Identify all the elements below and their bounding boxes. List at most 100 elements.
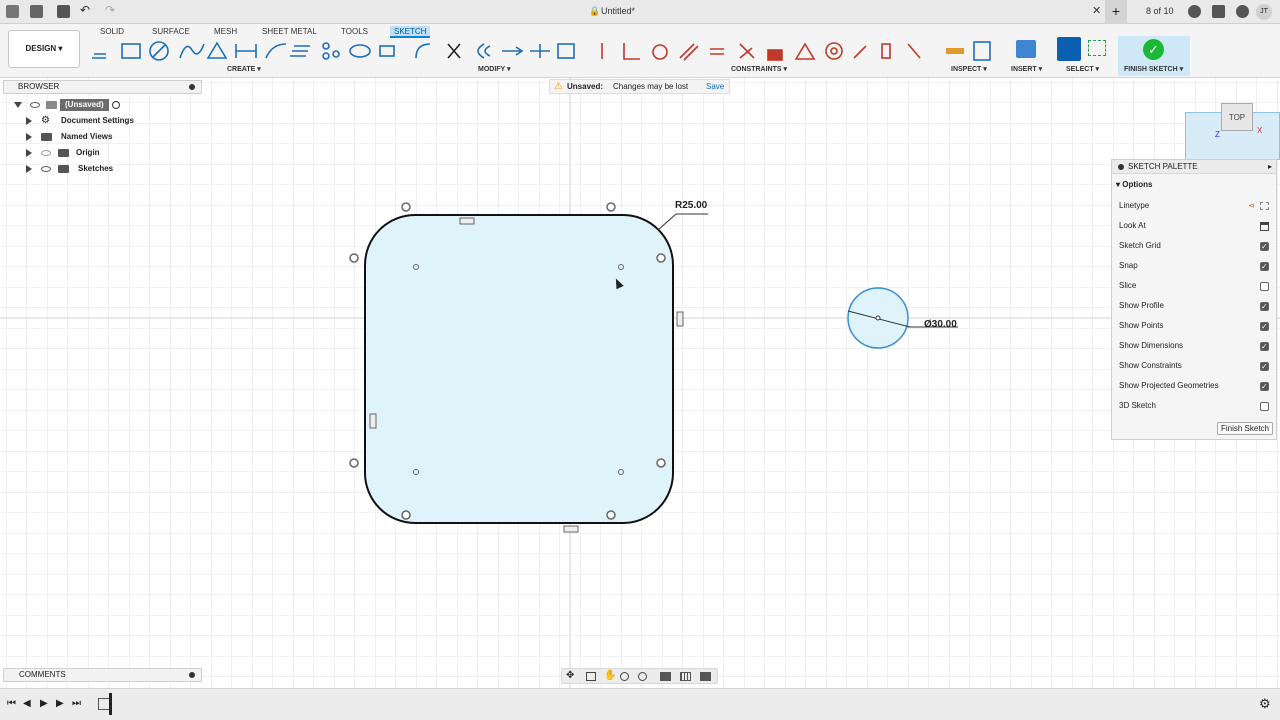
step-back-icon[interactable]: ◀: [23, 698, 31, 709]
help-icon[interactable]: [1236, 5, 1249, 18]
step-forward-icon[interactable]: ▶: [56, 698, 64, 709]
expand-icon[interactable]: [26, 149, 32, 157]
show-constraints-checkbox[interactable]: [1260, 360, 1269, 374]
expand-icon[interactable]: [26, 165, 32, 173]
select-icon[interactable]: [1057, 37, 1081, 61]
timeline-marker[interactable]: [109, 693, 112, 715]
hidden-eye-icon[interactable]: [41, 150, 51, 156]
look-at-icon[interactable]: [1260, 222, 1269, 231]
redo-icon[interactable]: ↷: [105, 3, 115, 17]
browser-panel-header[interactable]: BROWSER: [3, 80, 202, 94]
window-select-icon[interactable]: [1088, 40, 1106, 56]
collapse-icon[interactable]: [14, 102, 22, 108]
user-avatar[interactable]: JT: [1256, 4, 1272, 20]
sketch-grid-checkbox[interactable]: [1260, 240, 1269, 254]
tab-mesh[interactable]: MESH: [210, 26, 241, 38]
activate-radio-icon[interactable]: [112, 101, 120, 109]
show-profile-checkbox[interactable]: [1260, 300, 1269, 314]
expand-icon[interactable]: [26, 117, 32, 125]
pan-icon[interactable]: ✋: [604, 670, 616, 681]
show-points-checkbox[interactable]: [1260, 320, 1269, 334]
palette-collapse-icon[interactable]: ▸: [1268, 160, 1272, 174]
gear-icon: ⚙: [41, 115, 50, 126]
tab-sheet-metal[interactable]: SHEET METAL: [258, 26, 321, 38]
snap-checkbox[interactable]: [1260, 260, 1269, 274]
browser-item-named-views[interactable]: Named Views: [26, 130, 186, 144]
file-icon[interactable]: [30, 5, 43, 18]
browser-item-document-settings[interactable]: ⚙ Document Settings: [26, 114, 186, 128]
3d-sketch-checkbox[interactable]: [1260, 402, 1269, 411]
constraint-tools[interactable]: [592, 40, 932, 62]
fit-icon[interactable]: [638, 672, 647, 681]
options-section[interactable]: ▾ Options: [1116, 180, 1152, 189]
modify-menu[interactable]: MODIFY ▾: [478, 65, 511, 73]
comments-panel-header[interactable]: COMMENTS: [3, 668, 202, 682]
unsaved-label: Unsaved:: [567, 82, 604, 91]
sketch-geometry[interactable]: [340, 190, 980, 540]
browser-item-sketches[interactable]: Sketches: [26, 162, 186, 176]
palette-pin-icon[interactable]: [1118, 164, 1124, 170]
tab-sketch[interactable]: SKETCH: [390, 26, 431, 38]
option-look-at: Look At: [1119, 219, 1269, 233]
create-tools[interactable]: [88, 40, 408, 62]
palette-header[interactable]: SKETCH PALETTE ▸: [1112, 160, 1276, 174]
slice-checkbox[interactable]: [1260, 282, 1269, 291]
tab-surface[interactable]: SURFACE: [148, 26, 194, 38]
show-projected-geometries-checkbox[interactable]: [1260, 380, 1269, 394]
options-label: Options: [1122, 180, 1153, 189]
radius-dimension[interactable]: R25.00: [675, 200, 707, 211]
timeline-settings-gear-icon[interactable]: ⚙: [1259, 696, 1271, 712]
page-indicator[interactable]: 8 of 10: [1146, 6, 1174, 16]
grid-settings-icon[interactable]: [680, 672, 691, 681]
linetype-icon[interactable]: ⋖: [1248, 199, 1255, 213]
finish-sketch-menu[interactable]: FINISH SKETCH ▾: [1124, 65, 1183, 73]
select-menu[interactable]: SELECT ▾: [1066, 65, 1099, 73]
close-tab-icon[interactable]: ✕: [1092, 4, 1101, 17]
bell-icon[interactable]: [1212, 5, 1225, 18]
look-at-nav-icon[interactable]: [586, 672, 596, 681]
orbit-icon[interactable]: ✥: [566, 670, 574, 681]
visibility-eye-icon[interactable]: [41, 166, 51, 172]
viewports-icon[interactable]: [700, 672, 711, 681]
zoom-icon[interactable]: [620, 672, 629, 681]
linetype-dashed-icon[interactable]: [1260, 202, 1269, 210]
constraints-menu[interactable]: CONSTRAINTS ▾: [731, 65, 787, 73]
unsaved-message: Changes may be lost: [613, 82, 689, 91]
inspect-menu[interactable]: INSPECT ▾: [951, 65, 987, 73]
clock-icon[interactable]: [1188, 5, 1201, 18]
comments-pin-icon[interactable]: [189, 672, 195, 678]
go-to-end-icon[interactable]: ⏭: [72, 698, 81, 709]
display-settings-icon[interactable]: [660, 672, 671, 681]
tab-solid[interactable]: SOLID: [96, 26, 128, 38]
navigation-bar: ✥ ✋: [561, 668, 718, 684]
viewcube[interactable]: TOP X Z: [1185, 100, 1280, 160]
finish-sketch-check-icon[interactable]: ✓: [1143, 39, 1164, 60]
show-dimensions-checkbox[interactable]: [1260, 340, 1269, 354]
component-icon: [46, 101, 57, 109]
new-tab-button[interactable]: +: [1105, 0, 1127, 24]
create-menu[interactable]: CREATE ▾: [227, 65, 261, 73]
insert-menu[interactable]: INSERT ▾: [1011, 65, 1042, 73]
modify-tools[interactable]: [412, 40, 584, 62]
visibility-eye-icon[interactable]: [30, 102, 40, 108]
tab-tools[interactable]: TOOLS: [337, 26, 372, 38]
finish-sketch-button[interactable]: Finish Sketch: [1217, 422, 1273, 435]
viewcube-top-face[interactable]: TOP: [1221, 103, 1253, 131]
rounded-rectangle-profile[interactable]: [364, 214, 674, 524]
root-label[interactable]: (Unsaved): [60, 99, 109, 111]
save-link[interactable]: Save: [706, 80, 724, 93]
inspect-tools[interactable]: [944, 40, 994, 62]
browser-root[interactable]: (Unsaved): [14, 98, 194, 112]
diameter-dimension[interactable]: Ø30.00: [924, 319, 957, 330]
save-icon[interactable]: [57, 5, 70, 18]
insert-image-icon[interactable]: [1016, 40, 1036, 58]
go-to-start-icon[interactable]: ⏮: [7, 698, 16, 709]
browser-pin-icon[interactable]: [189, 84, 195, 90]
browser-item-origin[interactable]: Origin: [26, 146, 186, 160]
workspace-switcher[interactable]: DESIGN ▾: [8, 30, 80, 68]
option-3d-sketch: 3D Sketch: [1119, 399, 1269, 413]
play-icon[interactable]: ▶: [40, 698, 48, 709]
expand-icon[interactable]: [26, 133, 32, 141]
grid-menu-icon[interactable]: [6, 5, 19, 18]
undo-icon[interactable]: ↶: [80, 3, 90, 17]
